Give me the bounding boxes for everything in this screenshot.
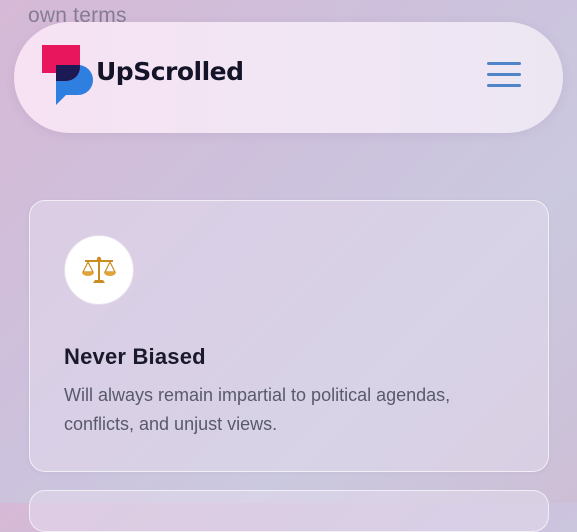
hamburger-menu-button[interactable] bbox=[487, 62, 523, 92]
card-title: Never Biased bbox=[64, 344, 206, 369]
hamburger-menu-icon bbox=[487, 62, 521, 65]
feature-card-never-biased: Never Biased Will always remain impartia… bbox=[29, 200, 549, 472]
brand-name: UpScrolled bbox=[96, 56, 244, 86]
card-description: Will always remain impartial to politica… bbox=[64, 385, 451, 434]
top-navbar: UpScrolled bbox=[14, 22, 563, 133]
next-feature-card bbox=[29, 490, 549, 532]
brand-logo[interactable]: UpScrolled bbox=[42, 45, 244, 107]
balance-scale-icon bbox=[64, 235, 134, 305]
upscrolled-logo-icon bbox=[42, 45, 94, 107]
